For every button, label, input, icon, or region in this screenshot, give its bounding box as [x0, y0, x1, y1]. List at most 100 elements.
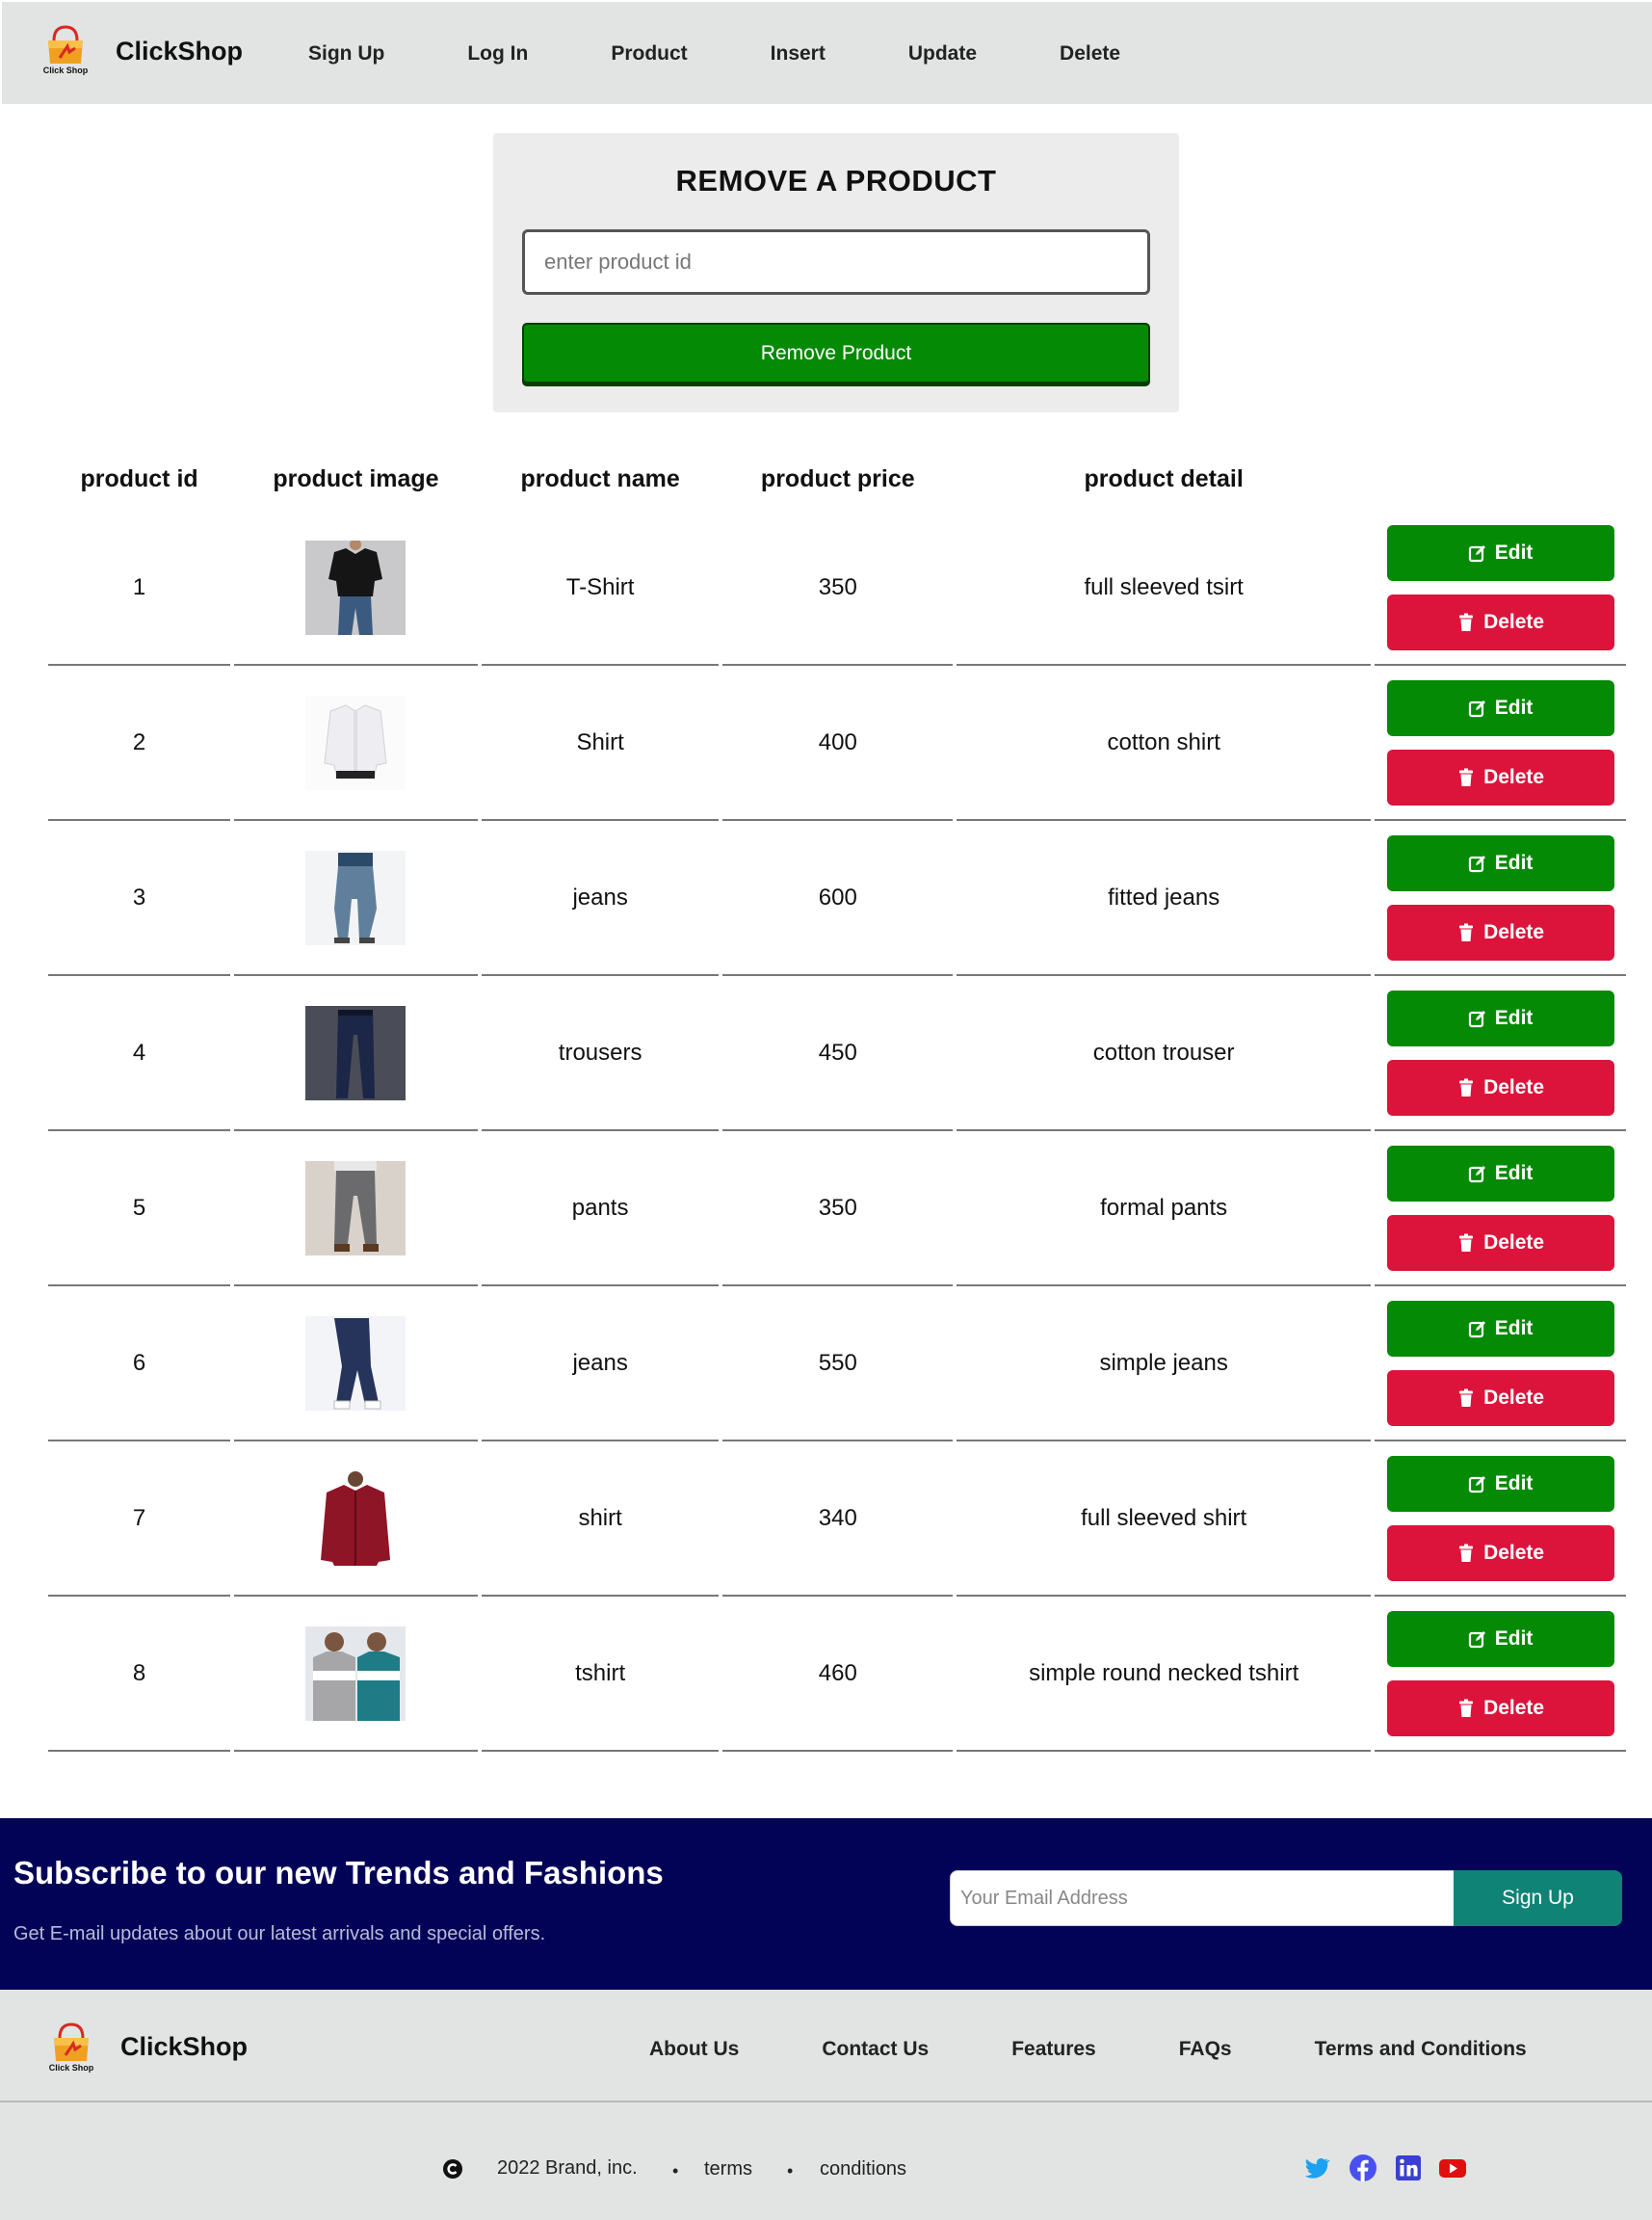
nav-log-in[interactable]: Log In: [467, 42, 528, 66]
table-row: 4 trousers 450 cotton trouser Edit Delete: [48, 976, 1626, 1131]
conditions-link[interactable]: conditions: [820, 2158, 906, 2180]
header-product-detail: product detail: [1084, 465, 1244, 492]
edit-button[interactable]: Edit: [1386, 524, 1614, 581]
cell-actions: Edit Delete: [1375, 666, 1626, 821]
footer-link-faqs[interactable]: FAQs: [1179, 2038, 1232, 2061]
product-thumbnail-image: [305, 1470, 406, 1566]
twitter-icon[interactable]: [1302, 2154, 1331, 2182]
footer-link-features[interactable]: Features: [1011, 2038, 1096, 2061]
edit-icon: [1468, 1630, 1485, 1648]
clickshop-logo-icon[interactable]: Click Shop: [35, 19, 96, 81]
nav-update[interactable]: Update: [908, 42, 977, 66]
cell-product-id: 7: [48, 1441, 231, 1597]
cell-product-price: 450: [722, 976, 954, 1131]
edit-button[interactable]: Edit: [1386, 1300, 1614, 1357]
footer-divider: [0, 2101, 1652, 2102]
table-row: 1 T-Shirt 350 full sleeved tsirt Edit Delete: [48, 511, 1626, 666]
subscribe-sign-up-button[interactable]: Sign Up: [1454, 1870, 1622, 1926]
cell-product-name: tshirt: [481, 1597, 720, 1752]
copyright-icon: [443, 2159, 462, 2179]
cell-product-detail: full sleeved tsirt: [957, 511, 1372, 666]
footer: Click Shop ClickShop About Us Contact Us…: [0, 1990, 1652, 2220]
edit-button[interactable]: Edit: [1386, 679, 1614, 736]
nav-sign-up[interactable]: Sign Up: [308, 42, 384, 66]
subscribe-title: Subscribe to our new Trends and Fashions: [13, 1855, 664, 1890]
cell-product-detail: cotton trouser: [957, 976, 1372, 1131]
table-row: 6 jeans 550 simple jeans Edit Delete: [48, 1286, 1626, 1441]
edit-icon: [1468, 1320, 1485, 1337]
cell-product-id: 8: [48, 1597, 231, 1752]
edit-button[interactable]: Edit: [1386, 1455, 1614, 1512]
remove-product-button[interactable]: Remove Product: [522, 323, 1150, 383]
edit-label: Edit: [1494, 1161, 1534, 1184]
header-product-price: product price: [760, 465, 915, 492]
cell-product-image: [234, 511, 478, 666]
product-thumbnail-image: [305, 1315, 406, 1411]
edit-button[interactable]: Edit: [1386, 1145, 1614, 1202]
edit-button[interactable]: Edit: [1386, 1610, 1614, 1667]
cell-product-price: 340: [722, 1441, 954, 1597]
nav-delete[interactable]: Delete: [1060, 42, 1120, 66]
cell-actions: Edit Delete: [1375, 511, 1626, 666]
cell-actions: Edit Delete: [1375, 821, 1626, 976]
bullet-separator: •: [672, 2161, 679, 2180]
edit-label: Edit: [1494, 1471, 1534, 1494]
brand-name[interactable]: ClickShop: [116, 37, 243, 66]
delete-button[interactable]: Delete: [1386, 594, 1614, 650]
cell-product-name: T-Shirt: [481, 511, 720, 666]
cell-product-price: 350: [722, 1131, 954, 1286]
cell-product-price: 550: [722, 1286, 954, 1441]
table-row: 8 tshirt 460 simple round necked tshirt Edit…: [48, 1597, 1626, 1752]
cell-product-price: 460: [722, 1597, 954, 1752]
product-table: product id product image product name pr…: [44, 448, 1630, 1752]
edit-icon: [1468, 544, 1485, 562]
cell-product-image: [234, 1441, 478, 1597]
delete-button[interactable]: Delete: [1386, 749, 1614, 806]
delete-label: Delete: [1483, 1541, 1545, 1564]
linkedin-icon[interactable]: [1394, 2154, 1423, 2182]
edit-label: Edit: [1494, 851, 1534, 874]
footer-links: About Us Contact Us Features FAQs Terms …: [649, 2038, 1610, 2061]
product-thumbnail-image: [305, 540, 406, 635]
svg-text:Click Shop: Click Shop: [43, 66, 89, 75]
trash-icon: [1459, 768, 1474, 786]
delete-button[interactable]: Delete: [1386, 1059, 1614, 1116]
cell-product-detail: cotton shirt: [957, 666, 1372, 821]
edit-button[interactable]: Edit: [1386, 990, 1614, 1046]
cell-actions: Edit Delete: [1375, 1597, 1626, 1752]
edit-icon: [1468, 1165, 1485, 1182]
nav-insert[interactable]: Insert: [771, 42, 826, 66]
table-header-row: product id product image product name pr…: [48, 448, 1626, 511]
delete-button[interactable]: Delete: [1386, 1214, 1614, 1271]
product-id-input[interactable]: [522, 229, 1150, 295]
facebook-icon[interactable]: [1349, 2154, 1377, 2182]
cell-product-image: [234, 821, 478, 976]
delete-button[interactable]: Delete: [1386, 904, 1614, 961]
nav-product[interactable]: Product: [611, 42, 687, 66]
trash-icon: [1459, 613, 1474, 631]
cell-product-detail: full sleeved shirt: [957, 1441, 1372, 1597]
terms-link[interactable]: terms: [704, 2158, 752, 2180]
delete-button[interactable]: Delete: [1386, 1524, 1614, 1581]
footer-brand-name[interactable]: ClickShop: [120, 2032, 248, 2062]
svg-text:Click Shop: Click Shop: [49, 2063, 94, 2073]
edit-icon: [1468, 1475, 1485, 1493]
cell-product-id: 2: [48, 666, 231, 821]
footer-link-contact-us[interactable]: Contact Us: [822, 2038, 929, 2061]
subscribe-text: Get E-mail updates about our latest arri…: [13, 1923, 546, 1944]
cell-product-image: [234, 976, 478, 1131]
footer-link-about-us[interactable]: About Us: [649, 2038, 739, 2061]
edit-button[interactable]: Edit: [1386, 834, 1614, 891]
trash-icon: [1459, 1544, 1474, 1562]
cell-product-image: [234, 1286, 478, 1441]
footer-link-terms-and-conditions[interactable]: Terms and Conditions: [1315, 2038, 1527, 2061]
cell-product-image: [234, 1131, 478, 1286]
youtube-icon[interactable]: [1438, 2154, 1467, 2182]
delete-button[interactable]: Delete: [1386, 1679, 1614, 1736]
header-product-name: product name: [520, 465, 680, 492]
cell-actions: Edit Delete: [1375, 1441, 1626, 1597]
footer-logo-icon[interactable]: Click Shop: [40, 2017, 102, 2078]
email-field[interactable]: [950, 1870, 1455, 1926]
cell-product-name: jeans: [481, 1286, 720, 1441]
delete-button[interactable]: Delete: [1386, 1369, 1614, 1426]
